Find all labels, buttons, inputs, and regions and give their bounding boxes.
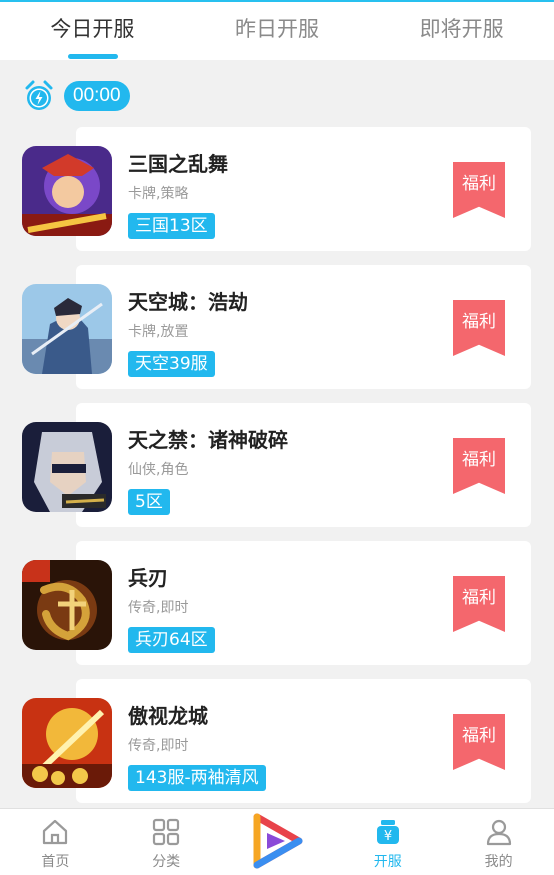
nav-home[interactable]: 首页	[0, 809, 111, 875]
game-thumbnail[interactable]	[22, 560, 112, 650]
play-logo-icon	[251, 813, 303, 869]
grid-icon	[152, 818, 180, 846]
game-thumbnail[interactable]	[22, 146, 112, 236]
svg-text:¥: ¥	[384, 829, 392, 844]
nav-home-label: 首页	[41, 854, 70, 870]
alarm-clock-icon	[22, 79, 56, 113]
nav-profile[interactable]: 我的	[443, 809, 554, 875]
list-item[interactable]: 天空城：浩劫 卡牌,放置 天空39服 福利	[0, 265, 554, 403]
tab-bar: 今日开服 昨日开服 即将开服	[0, 2, 554, 60]
nav-open-server[interactable]: ¥ 开服	[332, 809, 443, 875]
game-title: 傲视龙城	[128, 704, 208, 728]
list-item[interactable]: 三国之乱舞 卡牌,策略 三国13区 福利	[0, 127, 554, 265]
tab-today[interactable]: 今日开服	[0, 2, 185, 60]
nav-category-label: 分类	[152, 854, 181, 870]
game-title: 兵刃	[128, 566, 168, 590]
tab-upcoming[interactable]: 即将开服	[369, 2, 554, 60]
server-bag-icon: ¥	[374, 818, 402, 846]
server-badge: 天空39服	[128, 351, 215, 377]
game-tags: 传奇,即时	[128, 600, 189, 616]
game-title: 三国之乱舞	[128, 152, 228, 176]
bottom-navigation: 首页 分类 ¥ 开服 我的	[0, 808, 554, 875]
game-tags: 传奇,即时	[128, 738, 189, 754]
user-icon	[485, 818, 513, 846]
server-badge: 三国13区	[128, 213, 215, 239]
game-tags: 仙侠,角色	[128, 462, 189, 478]
active-tab-indicator	[68, 54, 118, 59]
nav-open-server-label: 开服	[373, 854, 402, 870]
nav-profile-label: 我的	[484, 854, 513, 870]
game-thumbnail[interactable]	[22, 698, 112, 788]
game-tags: 卡牌,放置	[128, 324, 189, 340]
list-item[interactable]: 兵刃 传奇,即时 兵刃64区 福利	[0, 541, 554, 679]
server-badge: 143服-两袖清风	[128, 765, 266, 791]
game-thumbnail[interactable]	[22, 422, 112, 512]
game-tags: 卡牌,策略	[128, 186, 189, 202]
game-thumbnail[interactable]	[22, 284, 112, 374]
tab-yesterday[interactable]: 昨日开服	[185, 2, 370, 60]
list-item[interactable]: 傲视龙城 传奇,即时 143服-两袖清风 福利	[0, 679, 554, 817]
tab-today-label: 今日开服	[50, 17, 135, 41]
game-title: 天之禁：诸神破碎	[128, 428, 288, 452]
game-title: 天空城：浩劫	[128, 290, 248, 314]
nav-center-logo[interactable]	[222, 809, 333, 875]
timeline-header: 00:00	[22, 79, 130, 113]
game-list: 三国之乱舞 卡牌,策略 三国13区 福利 天空城：浩劫 卡牌,放置 天空39服 …	[0, 127, 554, 817]
server-badge: 兵刃64区	[128, 627, 215, 653]
server-badge: 5区	[128, 489, 170, 515]
tab-yesterday-label: 昨日开服	[235, 17, 319, 41]
nav-category[interactable]: 分类	[111, 809, 222, 875]
time-label: 00:00	[64, 81, 130, 111]
home-icon	[41, 818, 69, 846]
tab-upcoming-label: 即将开服	[419, 17, 504, 41]
list-item[interactable]: 天之禁：诸神破碎 仙侠,角色 5区 福利	[0, 403, 554, 541]
